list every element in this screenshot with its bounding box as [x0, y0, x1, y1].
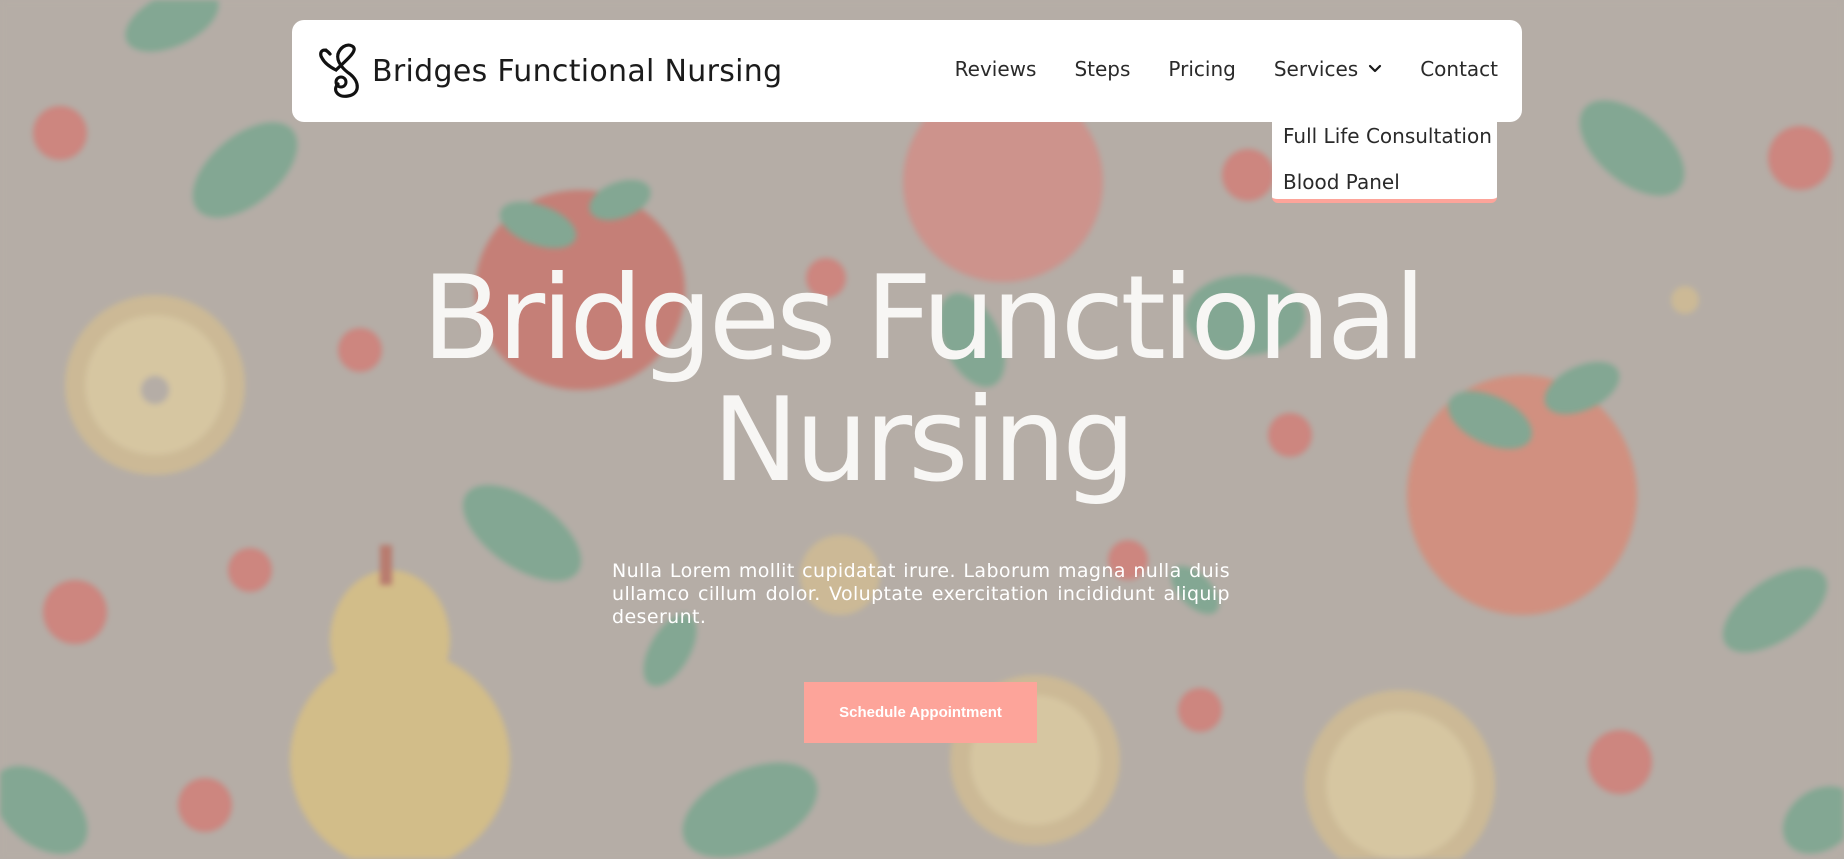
main-nav: Reviews Steps Pricing Services Contact — [917, 57, 1498, 81]
nav-services-label: Services — [1273, 57, 1359, 81]
nav-contact-link[interactable]: Contact — [1420, 57, 1498, 81]
hero-title-line1: Bridges Functional — [421, 251, 1426, 386]
brand-name: Bridges Functional Nursing — [372, 53, 783, 89]
nav-reviews-link[interactable]: Reviews — [955, 57, 1037, 81]
nav-steps-link[interactable]: Steps — [1074, 57, 1130, 81]
services-dropdown-menu: Full Life Consultation Blood Panel — [1272, 110, 1497, 203]
nav-services-dropdown-toggle[interactable]: Services — [1274, 57, 1382, 81]
brand-home-link[interactable]: Bridges Functional Nursing — [316, 42, 782, 100]
hero-description: Nulla Lorem mollit cupidatat irure. Labo… — [612, 560, 1230, 628]
hero-title-line2: Nursing — [712, 373, 1136, 508]
dropdown-item-blood-panel[interactable]: Blood Panel — [1272, 168, 1497, 214]
dropdown-item-full-life-consultation[interactable]: Full Life Consultation — [1272, 122, 1497, 168]
nav-pricing-link[interactable]: Pricing — [1168, 57, 1235, 81]
schedule-appointment-button[interactable]: Schedule Appointment — [804, 682, 1037, 743]
top-navbar: Bridges Functional Nursing Reviews Steps… — [292, 20, 1522, 122]
chevron-down-icon — [1369, 64, 1382, 73]
hero-title: Bridges Functional Nursing — [0, 258, 1844, 502]
stethoscope-heart-icon — [319, 43, 359, 98]
